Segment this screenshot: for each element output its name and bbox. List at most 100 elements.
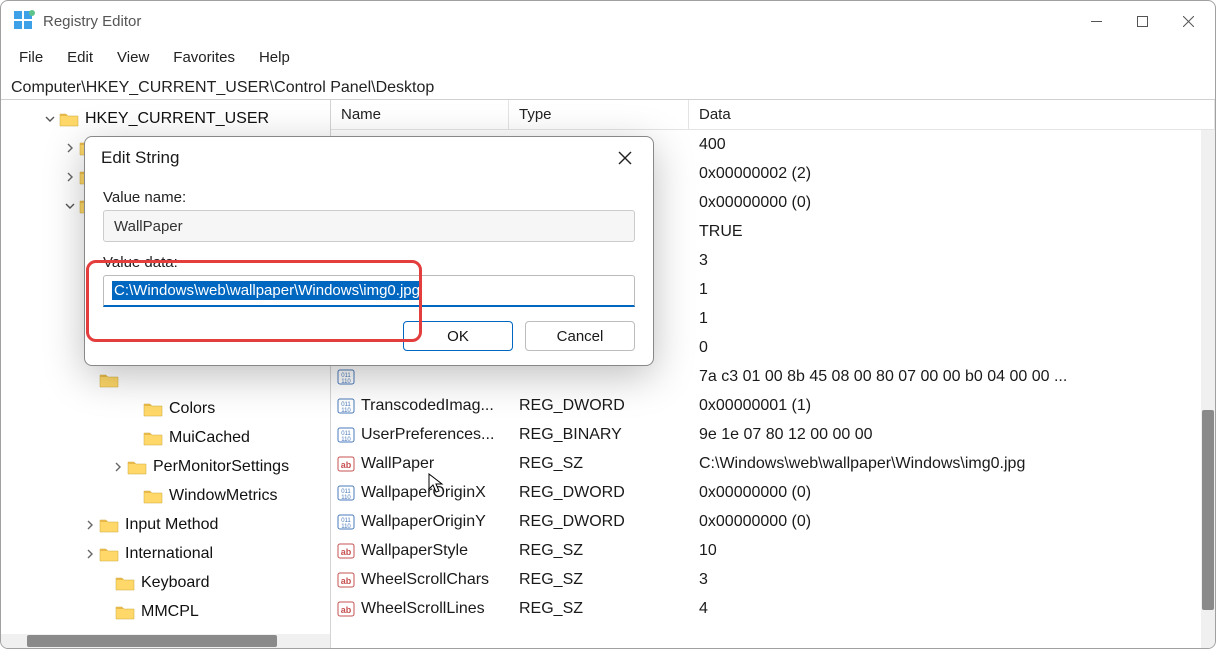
tree-item[interactable]: WindowMetrics: [1, 481, 330, 510]
maximize-button[interactable]: [1119, 5, 1165, 37]
table-row[interactable]: 011110UserPreferences...REG_BINARY9e 1e …: [331, 420, 1215, 449]
minimize-button[interactable]: [1073, 5, 1119, 37]
twist-icon[interactable]: [61, 172, 79, 182]
cancel-button[interactable]: Cancel: [525, 321, 635, 351]
window-title: Registry Editor: [43, 13, 141, 30]
cell-name: UserPreferences...: [361, 426, 494, 444]
column-data[interactable]: Data: [689, 100, 1215, 129]
cell-name: WheelScrollLines: [361, 600, 485, 618]
cell-name: WallPaper: [361, 455, 434, 473]
binary-value-icon: 011110: [337, 426, 355, 444]
svg-text:ab: ab: [341, 460, 352, 470]
cell-name: WallpaperOriginY: [361, 513, 486, 531]
tree-item-label: MuiCached: [169, 429, 250, 447]
menu-file[interactable]: File: [7, 43, 55, 72]
twist-icon[interactable]: [61, 201, 79, 211]
tree-item[interactable]: [1, 365, 330, 394]
cell-type: REG_BINARY: [509, 426, 689, 444]
folder-icon: [99, 517, 119, 533]
cell-data: 0x00000002 (2): [689, 165, 1215, 183]
twist-icon[interactable]: [81, 520, 99, 530]
tree-item[interactable]: MMCPL: [1, 597, 330, 626]
table-row[interactable]: 011110WallpaperOriginYREG_DWORD0x0000000…: [331, 507, 1215, 536]
twist-icon[interactable]: [81, 549, 99, 559]
tree-item[interactable]: Keyboard: [1, 568, 330, 597]
svg-text:ab: ab: [341, 605, 352, 615]
svg-text:ab: ab: [341, 547, 352, 557]
string-value-icon: ab: [337, 571, 355, 589]
table-row[interactable]: abWallPaperREG_SZC:\Windows\web\wallpape…: [331, 449, 1215, 478]
table-row[interactable]: 011110WallpaperOriginXREG_DWORD0x0000000…: [331, 478, 1215, 507]
table-row[interactable]: ab WallpaperStyle REG_SZ10: [331, 536, 1215, 565]
cell-type: REG_SZ: [509, 455, 689, 473]
value-data-text: C:\Windows\web\wallpaper\Windows\img0.jp…: [112, 281, 422, 300]
cell-data: 0x00000000 (0): [689, 194, 1215, 212]
titlebar: Registry Editor: [1, 1, 1215, 41]
twist-icon[interactable]: [61, 143, 79, 153]
svg-text:110: 110: [341, 437, 351, 443]
cell-data: 10: [689, 542, 1215, 560]
address-bar[interactable]: Computer\HKEY_CURRENT_USER\Control Panel…: [1, 73, 1215, 99]
folder-icon: [99, 372, 119, 388]
cell-data: 1: [689, 310, 1215, 328]
cell-type: REG_DWORD: [509, 484, 689, 502]
cell-type: REG_SZ: [509, 571, 689, 589]
cell-data: 7a c3 01 00 8b 45 08 00 80 07 00 00 b0 0…: [689, 368, 1215, 386]
list-vertical-scrollbar[interactable]: [1201, 130, 1215, 648]
cell-type: REG_SZ: [509, 600, 689, 618]
cell-data: 400: [689, 136, 1215, 154]
folder-icon: [99, 546, 119, 562]
cell-type: REG_DWORD: [509, 513, 689, 531]
table-row[interactable]: 011110TranscodedImag...REG_DWORD0x000000…: [331, 391, 1215, 420]
tree-horizontal-scrollbar[interactable]: [1, 634, 330, 648]
tree-item[interactable]: International: [1, 539, 330, 568]
menu-favorites[interactable]: Favorites: [161, 43, 247, 72]
cell-data: 3: [689, 571, 1215, 589]
dialog-close-button[interactable]: [607, 142, 643, 174]
close-button[interactable]: [1165, 5, 1211, 37]
cell-data: 1: [689, 281, 1215, 299]
tree-item-label: MMCPL: [141, 603, 199, 621]
tree-item[interactable]: MuiCached: [1, 423, 330, 452]
regedit-icon: [13, 10, 35, 32]
value-data-input[interactable]: C:\Windows\web\wallpaper\Windows\img0.jp…: [103, 275, 635, 307]
tree-item-label: HKEY_CURRENT_USER: [85, 110, 269, 128]
tree-item[interactable]: HKEY_CURRENT_USER: [1, 104, 330, 133]
table-row[interactable]: ab WheelScrollLines REG_SZ4: [331, 594, 1215, 623]
twist-icon[interactable]: [41, 114, 59, 124]
cell-name: WallpaperOriginX: [361, 484, 486, 502]
folder-icon: [127, 459, 147, 475]
table-row[interactable]: 011110 7a c3 01 00 8b 45 08 00 80 07 00 0…: [331, 362, 1215, 391]
binary-value-icon: 011110: [337, 368, 355, 386]
tree-item-label: Colors: [169, 400, 215, 418]
string-value-icon: ab: [337, 600, 355, 618]
tree-item[interactable]: PerMonitorSettings: [1, 452, 330, 481]
cell-type: REG_SZ: [509, 542, 689, 560]
svg-text:110: 110: [341, 524, 351, 530]
column-name[interactable]: Name: [331, 100, 509, 129]
ok-button[interactable]: OK: [403, 321, 513, 351]
menu-help[interactable]: Help: [247, 43, 302, 72]
twist-icon[interactable]: [109, 462, 127, 472]
value-name-input[interactable]: [103, 210, 635, 242]
svg-text:110: 110: [341, 379, 351, 385]
column-type[interactable]: Type: [509, 100, 689, 129]
tree-item-label: PerMonitorSettings: [153, 458, 289, 476]
tree-item[interactable]: Input Method: [1, 510, 330, 539]
cell-name: TranscodedImag...: [361, 397, 494, 415]
tree-item-label: International: [125, 545, 213, 563]
edit-string-dialog: Edit String Value name: Value data: C:\W…: [84, 136, 654, 366]
cell-type: REG_DWORD: [509, 397, 689, 415]
binary-value-icon: 011110: [337, 397, 355, 415]
tree-item[interactable]: Colors: [1, 394, 330, 423]
menu-view[interactable]: View: [105, 43, 161, 72]
cell-name: WallpaperStyle: [361, 542, 468, 560]
value-data-label: Value data:: [103, 254, 635, 271]
cell-data: 4: [689, 600, 1215, 618]
folder-icon: [115, 604, 135, 620]
cell-data: 0x00000000 (0): [689, 484, 1215, 502]
menu-edit[interactable]: Edit: [55, 43, 105, 72]
folder-icon: [143, 488, 163, 504]
folder-icon: [143, 430, 163, 446]
table-row[interactable]: abWheelScrollCharsREG_SZ3: [331, 565, 1215, 594]
